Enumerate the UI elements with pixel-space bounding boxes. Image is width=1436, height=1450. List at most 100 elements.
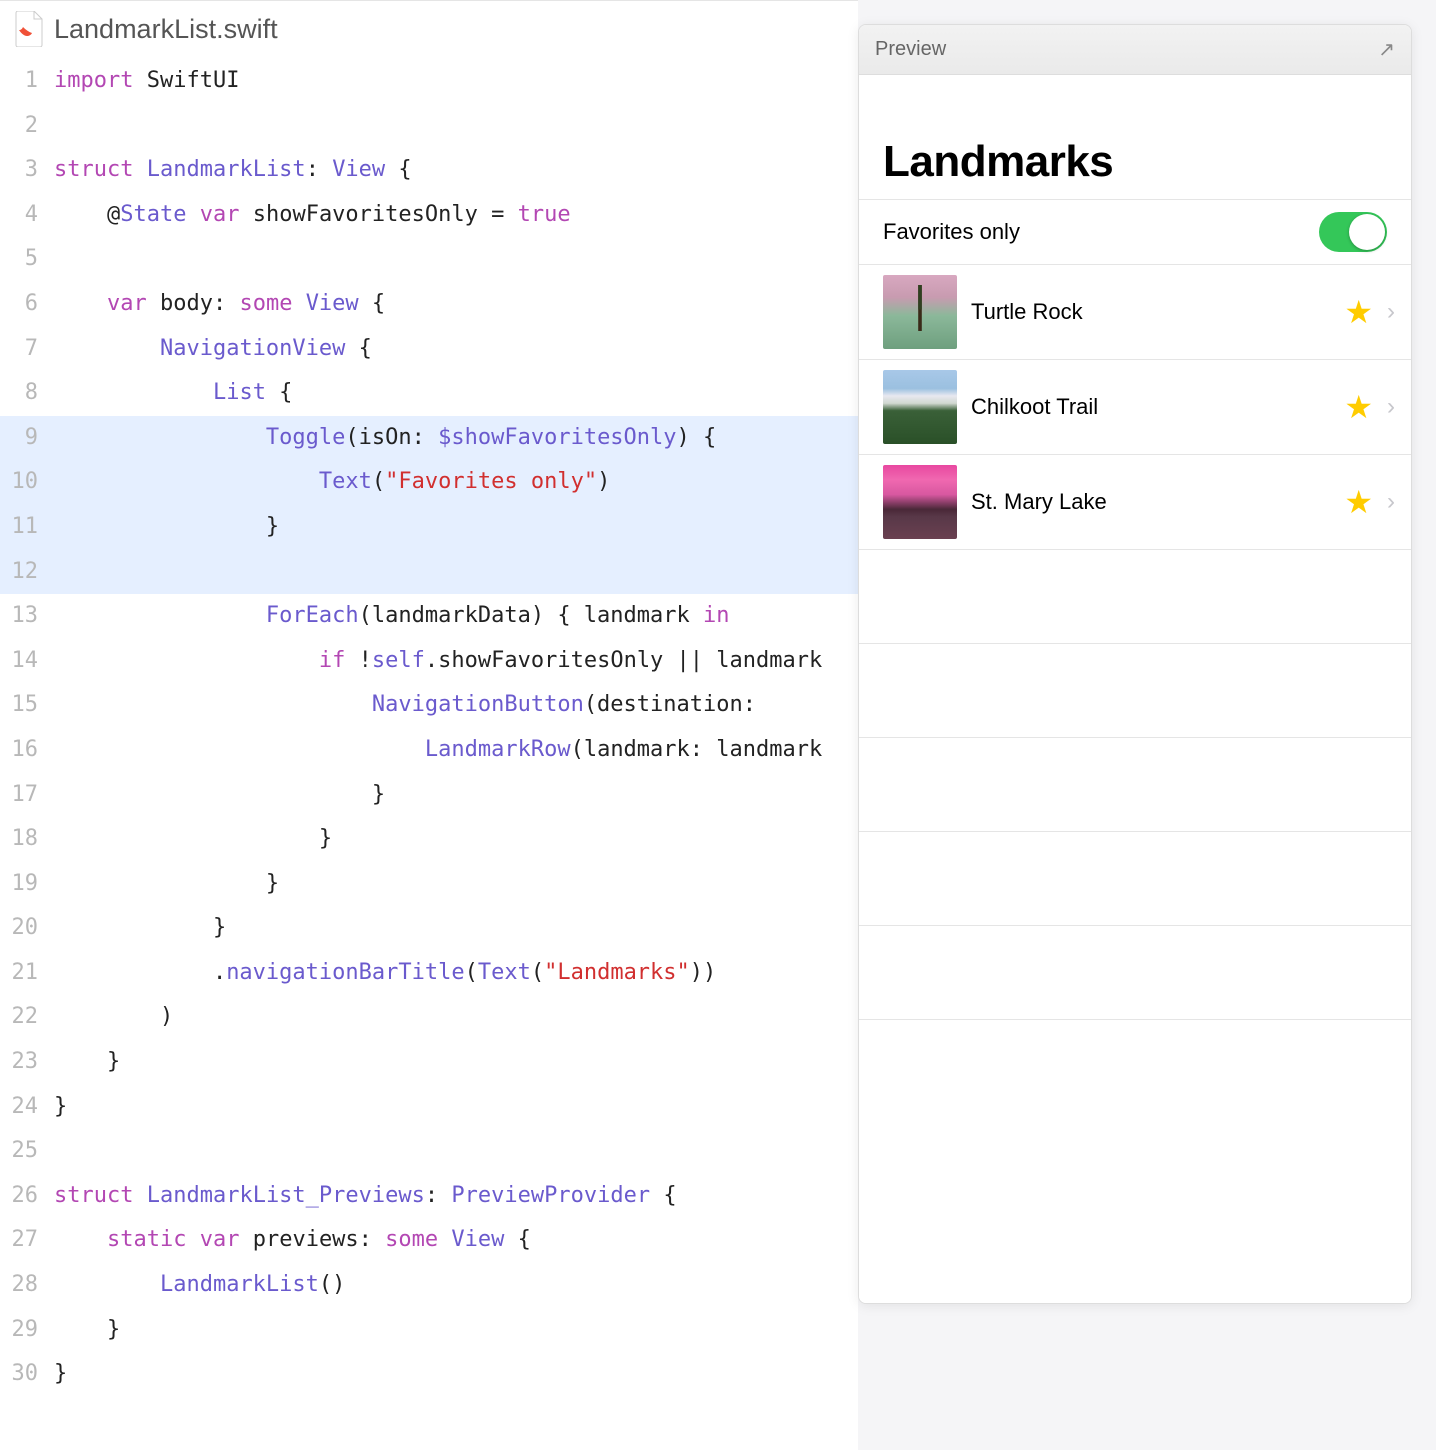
code-content[interactable]: ForEach(landmarkData) { landmark in: [54, 594, 858, 639]
code-content[interactable]: Toggle(isOn: $showFavoritesOnly) {: [54, 416, 858, 461]
landmark-row[interactable]: Turtle Rock★›: [859, 265, 1411, 360]
code-content[interactable]: [54, 104, 858, 149]
code-content[interactable]: }: [54, 505, 858, 550]
popout-icon[interactable]: ↗: [1378, 37, 1395, 62]
line-number: 7: [0, 327, 54, 372]
code-content[interactable]: }: [54, 862, 858, 907]
empty-list-row: [859, 926, 1411, 1020]
code-content[interactable]: NavigationButton(destination:: [54, 683, 858, 728]
code-content[interactable]: .navigationBarTitle(Text("Landmarks")): [54, 951, 858, 996]
empty-list-row: [859, 832, 1411, 926]
code-line[interactable]: 15 NavigationButton(destination:: [0, 683, 858, 728]
code-content[interactable]: }: [54, 1308, 858, 1353]
code-content[interactable]: import SwiftUI: [54, 59, 858, 104]
empty-list-row: [859, 550, 1411, 644]
code-line[interactable]: 28 LandmarkList(): [0, 1263, 858, 1308]
line-number: 25: [0, 1129, 54, 1174]
line-number: 17: [0, 773, 54, 818]
line-number: 21: [0, 951, 54, 996]
code-line[interactable]: 25: [0, 1129, 858, 1174]
code-line[interactable]: 17 }: [0, 773, 858, 818]
code-content[interactable]: [54, 550, 858, 595]
preview-header-label: Preview: [875, 38, 946, 61]
code-line[interactable]: 26struct LandmarkList_Previews: PreviewP…: [0, 1174, 858, 1219]
code-line[interactable]: 23 }: [0, 1040, 858, 1085]
landmark-row[interactable]: Chilkoot Trail★›: [859, 360, 1411, 455]
favorites-toggle-row[interactable]: Favorites only: [859, 199, 1411, 265]
code-content[interactable]: struct LandmarkList: View {: [54, 148, 858, 193]
code-line[interactable]: 5: [0, 237, 858, 282]
line-number: 20: [0, 906, 54, 951]
preview-pane: Preview ↗ Landmarks Favorites only Turtl…: [858, 24, 1412, 1304]
code-line[interactable]: 16 LandmarkRow(landmark: landmark: [0, 728, 858, 773]
line-number: 10: [0, 460, 54, 505]
landmark-row[interactable]: St. Mary Lake★›: [859, 455, 1411, 550]
code-content[interactable]: NavigationView {: [54, 327, 858, 372]
line-number: 22: [0, 995, 54, 1040]
code-line[interactable]: 29 }: [0, 1308, 858, 1353]
code-content[interactable]: static var previews: some View {: [54, 1218, 858, 1263]
code-content[interactable]: LandmarkRow(landmark: landmark: [54, 728, 858, 773]
favorites-switch[interactable]: [1319, 212, 1387, 252]
code-content[interactable]: if !self.showFavoritesOnly || landmark: [54, 639, 858, 684]
landmark-thumbnail: [883, 275, 957, 349]
code-content[interactable]: LandmarkList(): [54, 1263, 858, 1308]
code-content[interactable]: ): [54, 995, 858, 1040]
line-number: 11: [0, 505, 54, 550]
line-number: 30: [0, 1352, 54, 1397]
code-line[interactable]: 20 }: [0, 906, 858, 951]
code-line[interactable]: 30}: [0, 1352, 858, 1397]
code-content[interactable]: }: [54, 1085, 858, 1130]
code-line[interactable]: 12: [0, 550, 858, 595]
code-line[interactable]: 8 List {: [0, 371, 858, 416]
code-area[interactable]: 1import SwiftUI23struct LandmarkList: Vi…: [0, 59, 858, 1450]
chevron-right-icon: ›: [1387, 488, 1395, 516]
landmark-name: Chilkoot Trail: [971, 394, 1330, 420]
code-line[interactable]: 13 ForEach(landmarkData) { landmark in: [0, 594, 858, 639]
code-content[interactable]: }: [54, 773, 858, 818]
code-content[interactable]: }: [54, 1040, 858, 1085]
line-number: 16: [0, 728, 54, 773]
code-content[interactable]: }: [54, 906, 858, 951]
code-line[interactable]: 22 ): [0, 995, 858, 1040]
code-content[interactable]: Text("Favorites only"): [54, 460, 858, 505]
code-content[interactable]: List {: [54, 371, 858, 416]
code-line[interactable]: 3struct LandmarkList: View {: [0, 148, 858, 193]
code-line[interactable]: 6 var body: some View {: [0, 282, 858, 327]
code-line[interactable]: 19 }: [0, 862, 858, 907]
line-number: 12: [0, 550, 54, 595]
code-content[interactable]: @State var showFavoritesOnly = true: [54, 193, 858, 238]
preview-header: Preview ↗: [859, 25, 1411, 75]
code-line[interactable]: 9 Toggle(isOn: $showFavoritesOnly) {: [0, 416, 858, 461]
code-line[interactable]: 21 .navigationBarTitle(Text("Landmarks")…: [0, 951, 858, 996]
favorite-star-icon: ★: [1344, 296, 1373, 328]
code-line[interactable]: 27 static var previews: some View {: [0, 1218, 858, 1263]
landmark-name: St. Mary Lake: [971, 489, 1330, 515]
code-line[interactable]: 11 }: [0, 505, 858, 550]
code-content[interactable]: [54, 1129, 858, 1174]
file-header: LandmarkList.swift: [0, 1, 858, 59]
code-line[interactable]: 10 Text("Favorites only"): [0, 460, 858, 505]
code-line[interactable]: 24}: [0, 1085, 858, 1130]
code-editor-pane: LandmarkList.swift 1import SwiftUI23stru…: [0, 0, 858, 1450]
line-number: 29: [0, 1308, 54, 1353]
code-line[interactable]: 1import SwiftUI: [0, 59, 858, 104]
line-number: 26: [0, 1174, 54, 1219]
nav-title: Landmarks: [859, 75, 1411, 199]
code-line[interactable]: 7 NavigationView {: [0, 327, 858, 372]
line-number: 24: [0, 1085, 54, 1130]
line-number: 4: [0, 193, 54, 238]
chevron-right-icon: ›: [1387, 393, 1395, 421]
code-content[interactable]: }: [54, 817, 858, 862]
line-number: 19: [0, 862, 54, 907]
code-line[interactable]: 14 if !self.showFavoritesOnly || landmar…: [0, 639, 858, 684]
code-content[interactable]: [54, 237, 858, 282]
line-number: 1: [0, 59, 54, 104]
code-content[interactable]: struct LandmarkList_Previews: PreviewPro…: [54, 1174, 858, 1219]
code-content[interactable]: }: [54, 1352, 858, 1397]
code-content[interactable]: var body: some View {: [54, 282, 858, 327]
code-line[interactable]: 4 @State var showFavoritesOnly = true: [0, 193, 858, 238]
chevron-right-icon: ›: [1387, 298, 1395, 326]
code-line[interactable]: 2: [0, 104, 858, 149]
code-line[interactable]: 18 }: [0, 817, 858, 862]
